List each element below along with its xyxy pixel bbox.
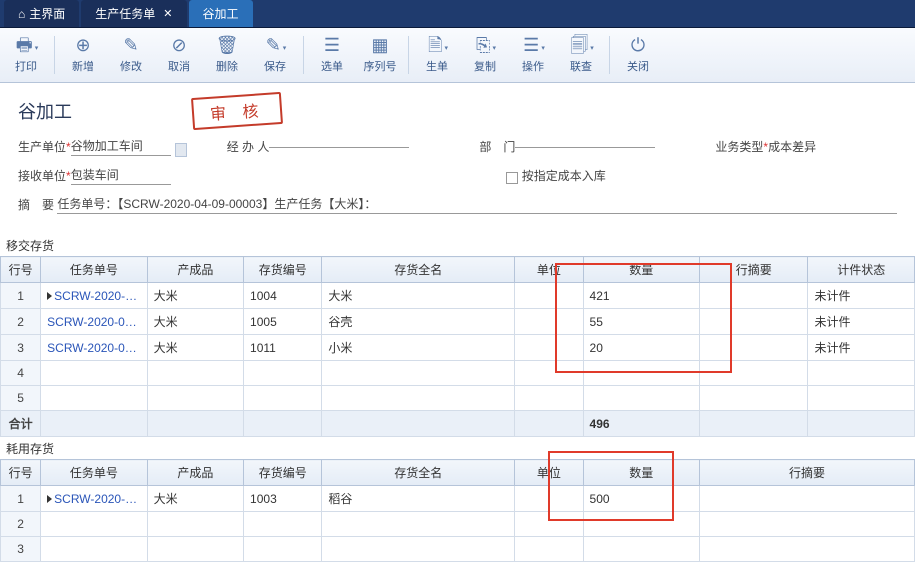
pencil-icon: ✎: [123, 36, 138, 54]
save-button[interactable]: ✎▾保存: [251, 32, 299, 78]
col-header[interactable]: 单位: [515, 460, 583, 486]
cost-in-label: 按指定成本入库: [522, 167, 606, 184]
edit-button[interactable]: ✎修改: [107, 32, 155, 78]
table-row[interactable]: 1SCRW-2020-04-09-0大米1003稻谷500: [1, 486, 915, 512]
dept-field[interactable]: [515, 146, 655, 148]
search-icon: 🗐▾: [570, 36, 592, 54]
tab-bar: ⌂主界面 生产任务单✕ 谷加工: [0, 0, 915, 28]
biz-type-value: 成本差异: [768, 138, 816, 155]
serial-button[interactable]: ▦序列号: [356, 32, 404, 78]
col-header[interactable]: 数量: [583, 257, 700, 283]
toolbar: 🖶▾打印 ⊕新增 ✎修改 ⊘取消 🗑删除 ✎▾保存 ☰选单 ▦序列号 🗎▾生单 …: [0, 28, 915, 83]
copy-button[interactable]: ⎘▾复制: [461, 32, 509, 78]
col-header[interactable]: 产成品: [147, 257, 243, 283]
section-consume-title: 耗用存货: [0, 437, 915, 459]
form-area: 生产单位* 谷物加工车间 经 办 人 部 门 业务类型* 成本差异 接收单位* …: [0, 133, 915, 234]
power-icon: ⏻: [631, 36, 645, 54]
prod-unit-field[interactable]: 谷物加工车间: [71, 137, 171, 156]
recv-unit-field[interactable]: 包装车间: [71, 166, 171, 185]
cancel-button[interactable]: ⊘取消: [155, 32, 203, 78]
dept-label: 部 门: [479, 138, 515, 155]
col-header[interactable]: 行摘要: [700, 460, 915, 486]
biz-type-label: 业务类型*: [715, 138, 768, 155]
cost-in-checkbox[interactable]: [506, 172, 518, 184]
doc-icon: 🗎▾: [428, 36, 446, 54]
delete-button[interactable]: 🗑删除: [203, 32, 251, 78]
page-header: 谷加工 审 核: [0, 83, 915, 133]
col-header[interactable]: 任务单号: [41, 257, 147, 283]
plus-icon: ⊕: [75, 36, 90, 54]
col-header[interactable]: 单位: [515, 257, 583, 283]
col-header[interactable]: 行摘要: [700, 257, 808, 283]
page-title: 谷加工: [18, 98, 72, 124]
table-row[interactable]: 2SCRW-2020-04-09-0大米1005谷壳55未计件: [1, 309, 915, 335]
summary-label: 摘 要: [18, 196, 54, 213]
col-header[interactable]: 产成品: [147, 460, 243, 486]
gear-icon: ☰▾: [523, 36, 543, 54]
col-header[interactable]: 计件状态: [808, 257, 915, 283]
col-header[interactable]: 存货编号: [244, 460, 322, 486]
save-icon: ✎▾: [266, 36, 285, 54]
approval-stamp: 审 核: [191, 92, 283, 130]
section-transfer-title: 移交存货: [0, 234, 915, 256]
table-row[interactable]: 2: [1, 512, 915, 537]
list-icon: ☰: [324, 36, 340, 54]
printer-icon: 🖶▾: [16, 36, 37, 54]
consume-grid: 行号任务单号产成品存货编号存货全名单位数量行摘要 1SCRW-2020-04-0…: [0, 459, 915, 562]
col-header[interactable]: 存货编号: [244, 257, 322, 283]
grid-icon: ▦: [371, 36, 388, 54]
handler-field[interactable]: [269, 146, 409, 148]
table-row[interactable]: 5: [1, 386, 915, 411]
tab-prod-task[interactable]: 生产任务单✕: [81, 0, 186, 27]
col-header[interactable]: 行号: [1, 460, 41, 486]
transfer-grid: 行号任务单号产成品存货编号存货全名单位数量行摘要计件状态 1SCRW-2020-…: [0, 256, 915, 437]
total-row: 合计496: [1, 411, 915, 437]
close-button[interactable]: ⏻关闭: [614, 32, 662, 78]
copy-icon: ⎘▾: [476, 36, 494, 54]
lookup-button[interactable]: 🗐▾联查: [557, 32, 605, 78]
col-header[interactable]: 任务单号: [41, 460, 147, 486]
handler-label: 经 办 人: [227, 138, 270, 155]
prod-unit-label: 生产单位*: [18, 138, 71, 155]
col-header[interactable]: 数量: [583, 460, 700, 486]
col-header[interactable]: 存货全名: [322, 460, 515, 486]
gensheet-button[interactable]: 🗎▾生单: [413, 32, 461, 78]
table-row[interactable]: 3SCRW-2020-04-09-0大米1011小米20未计件: [1, 335, 915, 361]
picker-icon[interactable]: [175, 143, 187, 157]
tab-home[interactable]: ⌂主界面: [4, 0, 79, 27]
summary-field[interactable]: 任务单号：【SCRW-2020-04-09-00003】生产任务【大米】：: [57, 195, 897, 214]
cancel-icon: ⊘: [171, 36, 186, 54]
table-row[interactable]: 3: [1, 537, 915, 562]
table-row[interactable]: 4: [1, 361, 915, 386]
recv-unit-label: 接收单位*: [18, 167, 71, 184]
close-icon[interactable]: ✕: [163, 7, 172, 20]
col-header[interactable]: 存货全名: [322, 257, 515, 283]
new-button[interactable]: ⊕新增: [59, 32, 107, 78]
operate-button[interactable]: ☰▾操作: [509, 32, 557, 78]
col-header[interactable]: 行号: [1, 257, 41, 283]
print-button[interactable]: 🖶▾打印: [2, 32, 50, 78]
table-row[interactable]: 1SCRW-2020-04-09-0大米1004大米421未计件: [1, 283, 915, 309]
home-icon: ⌂: [18, 7, 25, 21]
trash-icon: 🗑: [216, 36, 239, 54]
tab-gu-process[interactable]: 谷加工: [189, 0, 253, 27]
select-button[interactable]: ☰选单: [308, 32, 356, 78]
